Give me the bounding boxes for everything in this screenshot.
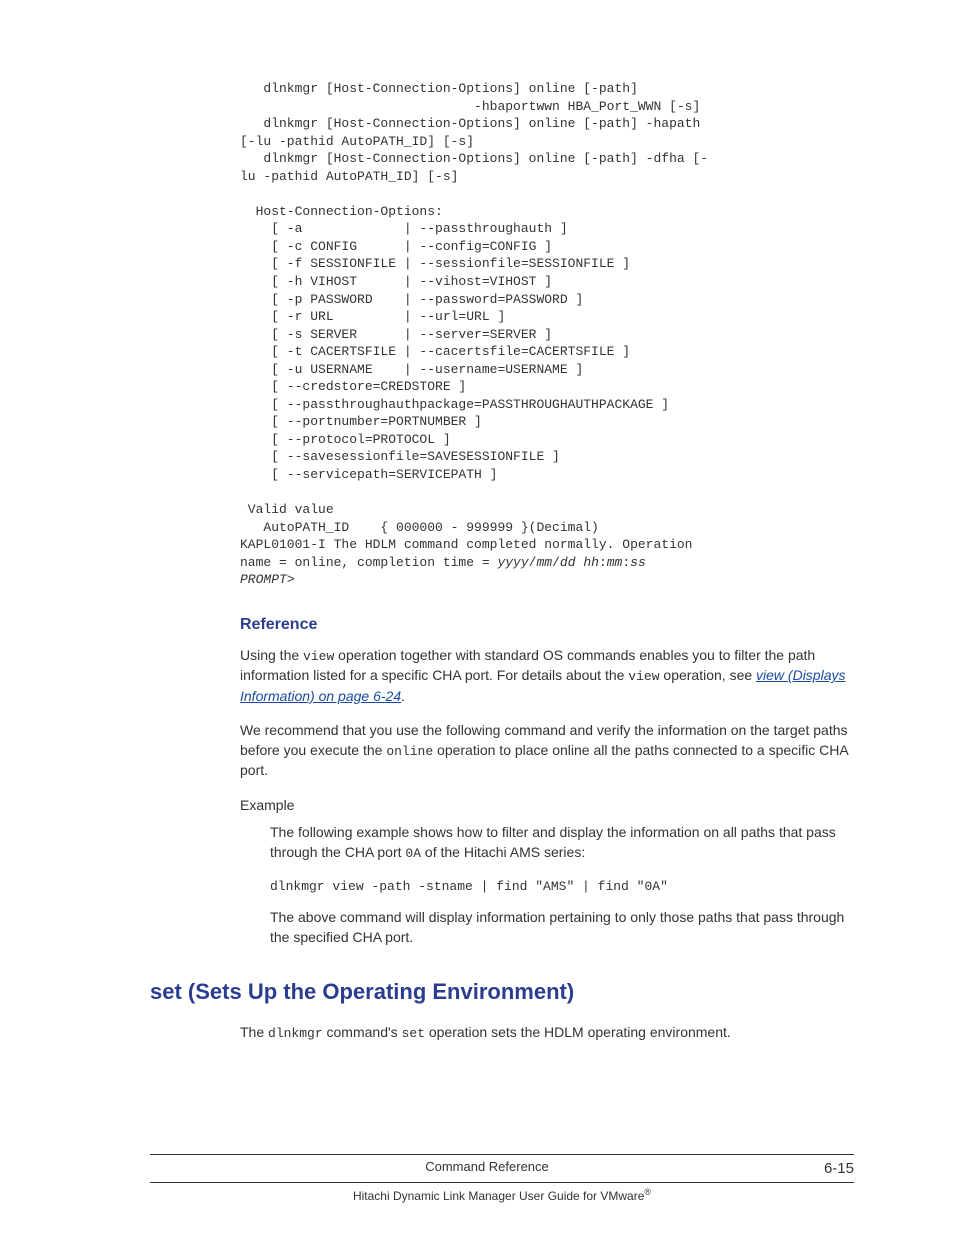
code-line: [ --credstore=CREDSTORE ] — [240, 379, 466, 394]
text: Using the — [240, 647, 303, 663]
example-label: Example — [240, 796, 854, 816]
code-line: Host-Connection-Options: — [240, 204, 443, 219]
code-line: -hbaportwwn HBA_Port_WWN [-s] — [240, 99, 700, 114]
timestamp-dd: dd — [560, 555, 576, 570]
code-line: [ -c CONFIG | --config=CONFIG ] — [240, 239, 552, 254]
code-line: dlnkmgr [Host-Connection-Options] online… — [240, 81, 638, 96]
page-number: 6-15 — [824, 1158, 854, 1179]
code-line: dlnkmgr [Host-Connection-Options] online… — [240, 116, 708, 131]
inline-code-0a: 0A — [405, 846, 421, 861]
code-line: [ -f SESSIONFILE | --sessionfile=SESSION… — [240, 256, 630, 271]
registered-mark: ® — [644, 1187, 651, 1197]
inline-code-view: view — [628, 669, 659, 684]
code-line: [ --servicepath=SERVICEPATH ] — [240, 467, 497, 482]
page-footer: Command Reference 6-15 Hitachi Dynamic L… — [150, 1154, 854, 1205]
example-paragraph-1: The following example shows how to filte… — [270, 823, 854, 863]
code-line: name = online, completion time = — [240, 555, 497, 570]
code-line: [ -p PASSWORD | --password=PASSWORD ] — [240, 292, 583, 307]
inline-code-set: set — [402, 1026, 425, 1041]
prompt: PROMPT — [240, 572, 287, 587]
code-line: [ -h VIHOST | --vihost=VIHOST ] — [240, 274, 552, 289]
footer-doc-title: Hitachi Dynamic Link Manager User Guide … — [353, 1189, 644, 1203]
code-line: [ --protocol=PROTOCOL ] — [240, 432, 451, 447]
code-line: [ -a | --passthroughauth ] — [240, 221, 568, 236]
text: The — [240, 1024, 268, 1040]
text: of the Hitachi AMS series: — [421, 844, 585, 860]
footer-section-title: Command Reference — [150, 1158, 824, 1179]
code-line: [ -u USERNAME | --username=USERNAME ] — [240, 362, 583, 377]
code-line: dlnkmgr [Host-Connection-Options] online… — [240, 151, 708, 166]
timestamp-yyyy: yyyy — [497, 555, 528, 570]
code-line: [ --portnumber=PORTNUMBER ] — [240, 414, 482, 429]
timestamp-mm: mm — [536, 555, 552, 570]
code-line: lu -pathid AutoPATH_ID] [-s] — [240, 169, 458, 184]
footer-line-2: Hitachi Dynamic Link Manager User Guide … — [150, 1182, 854, 1205]
code-line: Valid value — [240, 502, 334, 517]
page: dlnkmgr [Host-Connection-Options] online… — [0, 0, 954, 1235]
example-command: dlnkmgr view -path -stname | find "AMS" … — [270, 878, 854, 896]
code-line: AutoPATH_ID { 000000 - 999999 }(Decimal) — [240, 520, 599, 535]
text: operation sets the HDLM operating enviro… — [425, 1024, 731, 1040]
text: . — [401, 688, 405, 704]
code-line: [ -r URL | --url=URL ] — [240, 309, 505, 324]
set-section-heading: set (Sets Up the Operating Environment) — [150, 977, 854, 1008]
code-line: KAPL01001-I The HDLM command completed n… — [240, 537, 700, 552]
timestamp-ss: ss — [630, 555, 646, 570]
text: operation, see — [660, 667, 757, 683]
code-line: [ -s SERVER | --server=SERVER ] — [240, 327, 552, 342]
inline-code-view: view — [303, 649, 334, 664]
example-paragraph-2: The above command will display informati… — [270, 908, 854, 947]
inline-code-online: online — [386, 744, 433, 759]
inline-code-dlnkmgr: dlnkmgr — [268, 1026, 323, 1041]
code-line: [ --savesessionfile=SAVESESSIONFILE ] — [240, 449, 560, 464]
code-line: [-lu -pathid AutoPATH_ID] [-s] — [240, 134, 474, 149]
set-paragraph: The dlnkmgr command's set operation sets… — [240, 1023, 854, 1043]
timestamp-mm2: mm — [607, 555, 623, 570]
prompt-gt: > — [287, 572, 295, 587]
code-block: dlnkmgr [Host-Connection-Options] online… — [240, 80, 854, 589]
code-line: [ --passthroughauthpackage=PASSTHROUGHAU… — [240, 397, 669, 412]
reference-paragraph-1: Using the view operation together with s… — [240, 646, 854, 706]
reference-paragraph-2: We recommend that you use the following … — [240, 721, 854, 780]
code-line: [ -t CACERTSFILE | --cacertsfile=CACERTS… — [240, 344, 630, 359]
reference-heading: Reference — [240, 614, 854, 636]
footer-line-1: Command Reference 6-15 — [150, 1154, 854, 1179]
text: command's — [323, 1024, 402, 1040]
timestamp-hh: hh — [583, 555, 599, 570]
